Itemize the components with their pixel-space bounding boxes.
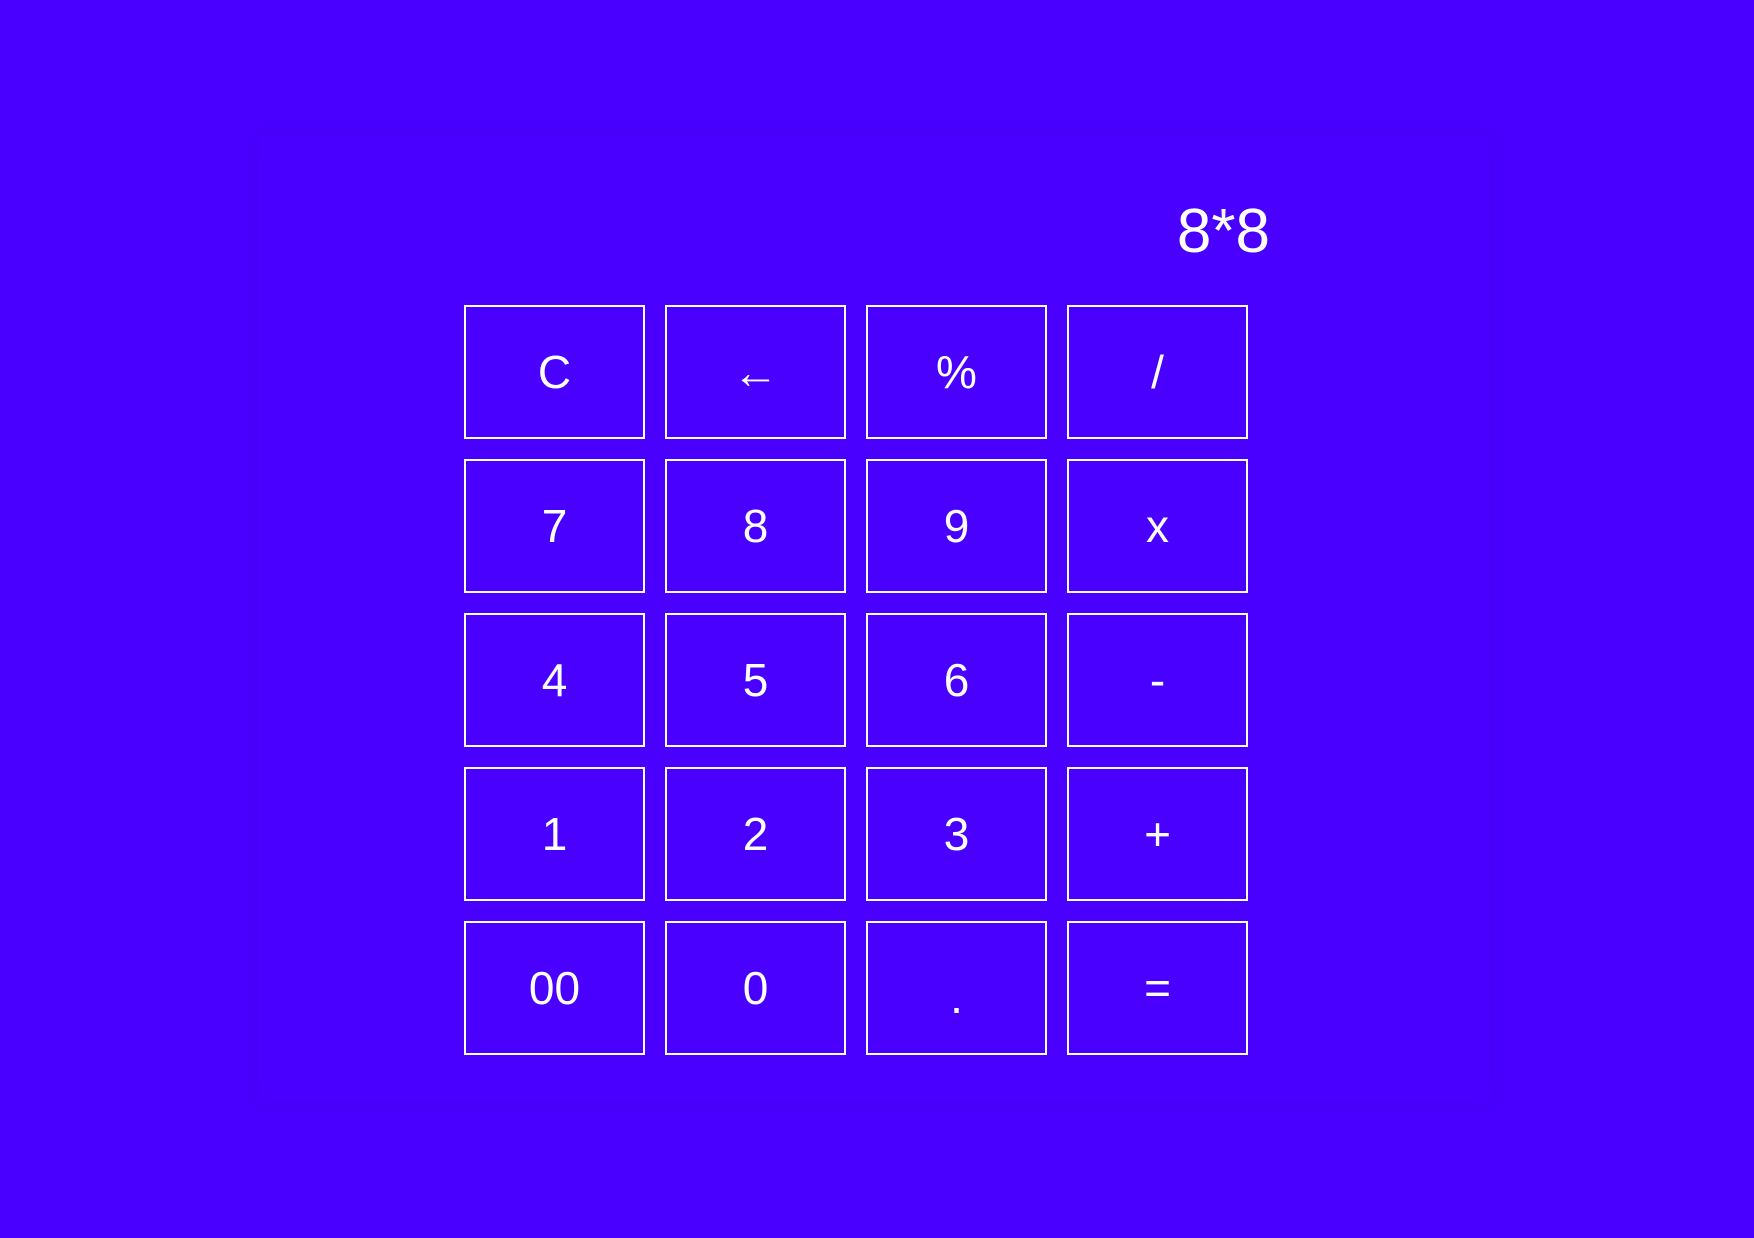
multiply-button[interactable]: x — [1067, 459, 1248, 593]
divide-button[interactable]: / — [1067, 305, 1248, 439]
double-zero-button[interactable]: 00 — [464, 921, 645, 1055]
percent-button[interactable]: % — [866, 305, 1047, 439]
digit-1-button[interactable]: 1 — [464, 767, 645, 901]
add-button[interactable]: + — [1067, 767, 1248, 901]
digit-5-button[interactable]: 5 — [665, 613, 846, 747]
clear-button[interactable]: C — [464, 305, 645, 439]
digit-2-button[interactable]: 2 — [665, 767, 846, 901]
digit-9-button[interactable]: 9 — [866, 459, 1047, 593]
decimal-button[interactable]: . — [866, 921, 1047, 1055]
calculator-keypad: C ← % / 7 8 9 x 4 5 6 - 1 2 3 + 00 0 . = — [464, 305, 1248, 1055]
subtract-button[interactable]: - — [1067, 613, 1248, 747]
digit-6-button[interactable]: 6 — [866, 613, 1047, 747]
calculator-display: 8*8 — [1176, 197, 1270, 266]
backspace-button[interactable]: ← — [665, 305, 846, 439]
digit-0-button[interactable]: 0 — [665, 921, 846, 1055]
digit-3-button[interactable]: 3 — [866, 767, 1047, 901]
digit-7-button[interactable]: 7 — [464, 459, 645, 593]
equals-button[interactable]: = — [1067, 921, 1248, 1055]
digit-4-button[interactable]: 4 — [464, 613, 645, 747]
digit-8-button[interactable]: 8 — [665, 459, 846, 593]
